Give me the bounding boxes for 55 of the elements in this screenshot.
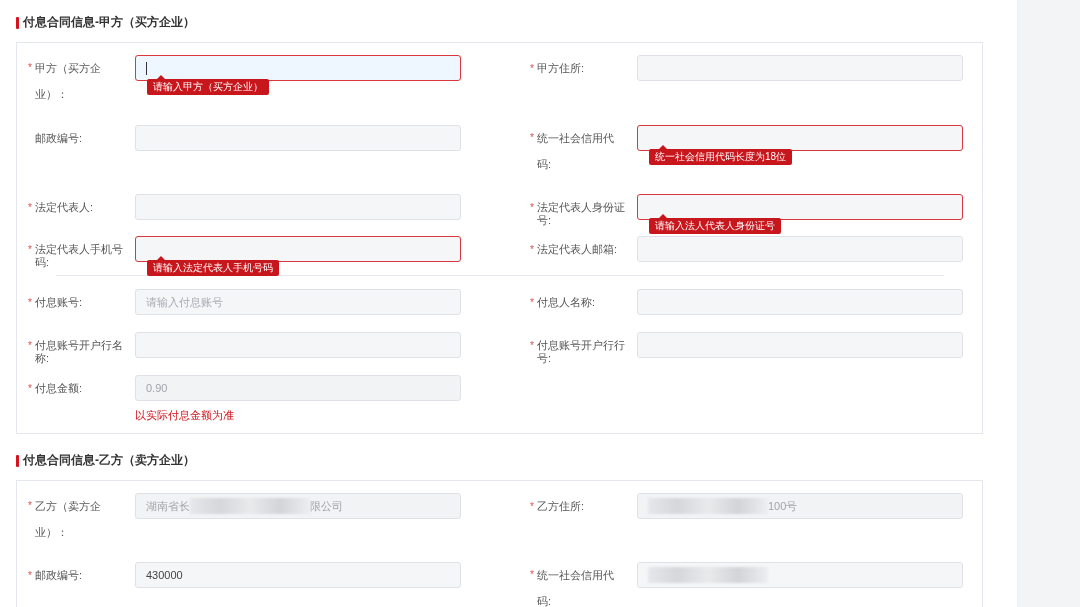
required-mark: * <box>530 568 535 582</box>
required-mark: * <box>530 296 535 309</box>
input-field[interactable]: 请输入付息账号 <box>135 289 461 315</box>
field-label: 甲方住所: <box>537 62 585 75</box>
field-value: 湖南省长 <box>146 498 190 514</box>
field-label: 统一社会信用代码: <box>537 568 615 607</box>
input-field[interactable] <box>135 236 461 262</box>
field-label: 甲方（买方企业）： <box>35 61 102 102</box>
required-mark: * <box>530 201 535 215</box>
input-field[interactable]: 430000 <box>135 562 461 588</box>
section-title: 付息合同信息-乙方（卖方企业） <box>23 452 195 469</box>
required-mark: * <box>28 296 33 309</box>
field-value: 100号 <box>768 498 798 514</box>
required-mark: * <box>530 243 535 256</box>
field-label: 法定代表人身份证号: <box>537 201 625 227</box>
required-mark: * <box>530 131 535 145</box>
required-mark: * <box>28 499 33 513</box>
field-label: 付息账号: <box>35 296 83 309</box>
field-label: 邮政编号: <box>35 132 83 145</box>
error-tooltip: 请输入甲方（买方企业） <box>147 79 269 95</box>
field-label: 统一社会信用代码: <box>537 131 615 172</box>
field-hint: 以实际付息金额为准 <box>135 408 235 423</box>
error-tooltip: 请输入法定代表人手机号码 <box>147 260 279 276</box>
required-mark: * <box>530 62 535 75</box>
field-value: 限公司 <box>310 498 343 514</box>
section-title: 付息合同信息-甲方（买方企业） <box>23 14 195 31</box>
required-mark: * <box>28 339 33 353</box>
required-mark: * <box>28 201 33 214</box>
required-mark: * <box>28 243 33 257</box>
title-accent-bar <box>16 454 19 467</box>
required-mark: * <box>28 61 33 75</box>
title-accent-bar <box>16 16 19 29</box>
error-tooltip: 统一社会信用代码长度为18位 <box>649 149 793 165</box>
field-label: 法定代表人手机号码: <box>35 243 123 269</box>
field-label: 乙方住所: <box>537 500 585 513</box>
text-cursor <box>146 61 147 75</box>
field-label: 法定代表人邮箱: <box>537 243 618 256</box>
field-value: 0.90 <box>146 382 168 394</box>
field-label: 法定代表人: <box>35 201 94 214</box>
field-label: 付息账号开户行名称: <box>35 339 123 365</box>
input-field[interactable] <box>637 194 963 220</box>
field-label: 付息人名称: <box>537 296 596 309</box>
field-label: 乙方（卖方企业）： <box>35 499 102 540</box>
field-value: 430000 <box>146 569 183 581</box>
required-mark: * <box>530 500 535 513</box>
required-mark: * <box>28 382 33 395</box>
field-label: 付息金额: <box>35 382 83 395</box>
required-mark: * <box>28 569 33 582</box>
error-tooltip: 请输入法人代表人身份证号 <box>649 218 781 234</box>
input-field[interactable] <box>637 125 963 151</box>
field-placeholder: 请输入付息账号 <box>146 294 223 310</box>
field-label: 付息账号开户行行号: <box>537 339 625 365</box>
field-label: 邮政编号: <box>35 569 83 582</box>
input-field[interactable] <box>135 55 461 81</box>
required-mark: * <box>530 339 535 353</box>
